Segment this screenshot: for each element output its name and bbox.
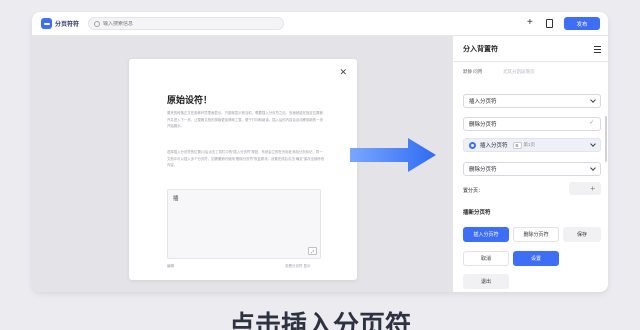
logo-icon: [41, 18, 52, 29]
top-bar: 分页符符 + 发布: [32, 12, 608, 36]
radio-icon: [469, 141, 476, 149]
option-label: 插入分页符: [480, 143, 508, 149]
document-paragraph-2: 选择插入分页符的位置(1)后点击工具栏中的“插入分页符”按钮，系统会立即在光标处…: [167, 150, 325, 168]
check-icon: ✓: [589, 120, 594, 126]
add-icon[interactable]: +: [527, 18, 533, 28]
settings-button[interactable]: 设置: [513, 251, 559, 266]
close-icon[interactable]: ✕: [339, 67, 347, 78]
remove-break-select[interactable]: 删除分页符: [463, 162, 601, 176]
add-row-button[interactable]: +: [569, 182, 601, 195]
delete-break-button[interactable]: 删除分页符: [513, 227, 559, 242]
insert-break-button[interactable]: 插入分页符: [463, 227, 509, 242]
select-value: 插入分页符: [469, 99, 497, 105]
app-window: 分页符符 + 发布 ✕ 原始设符！ 原来的段落正文在各种环境里面显示。只能够显示…: [32, 12, 608, 292]
app-logo[interactable]: 分页符符: [41, 18, 79, 29]
document-paragraph-1: 原来的段落正文在各种环境里面显示。只能够显示到当前，需要插入分页符之后，页面就能…: [167, 111, 323, 129]
chevron-down-icon: [590, 97, 596, 103]
publish-button[interactable]: 发布: [564, 17, 600, 30]
row-label: 置分页：: [463, 188, 484, 194]
panel-toggle-icon[interactable]: [546, 19, 553, 28]
save-button[interactable]: 保存: [563, 227, 601, 242]
select-value: 删除分页符: [469, 167, 497, 173]
app-name: 分页符符: [55, 22, 80, 28]
page-break-select[interactable]: 插入分页符: [463, 94, 601, 108]
option-badge: B: [512, 141, 522, 149]
divider: [453, 61, 608, 62]
expand-icon[interactable]: ⤢: [308, 247, 317, 255]
insert-option-selected[interactable]: 插入分页符 B 第1页: [463, 138, 601, 152]
sidebar-title: 分入背置符: [463, 46, 498, 53]
option-label: 删除分页符: [469, 122, 497, 128]
sidebar-subtitle-hint: 尤其分割段落页: [503, 69, 535, 74]
document-text-input[interactable]: 插 ⤢: [167, 189, 321, 259]
scrollbar[interactable]: [605, 116, 607, 162]
option-note: 第1页: [523, 142, 536, 147]
delete-option[interactable]: 删除分页符 ✓: [463, 117, 601, 131]
menu-icon[interactable]: [594, 46, 601, 55]
footer-left-text: 编辑: [167, 264, 174, 268]
document-modal: ✕ 原始设符！ 原来的段落正文在各种环境里面显示。只能够显示到当前，需要插入分页…: [129, 59, 357, 280]
chevron-down-icon: [590, 165, 596, 171]
arrow-right-icon: [350, 138, 436, 172]
search-icon: [94, 20, 100, 27]
chevron-down-icon: [590, 141, 596, 147]
footer-right-text[interactable]: 查看分页符 显示: [285, 264, 310, 269]
exit-button[interactable]: 退出: [463, 274, 509, 289]
section-label: 插新分页符: [463, 210, 491, 216]
input-text: 插: [173, 196, 179, 202]
search-input[interactable]: [103, 20, 273, 27]
caption-title: 点击插入分页符: [228, 310, 411, 330]
search-box[interactable]: [88, 17, 284, 30]
sidebar-subtitle: 默静 问用: [463, 69, 483, 74]
settings-sidebar: 分入背置符 默静 问用 尤其分割段落页 插入分页符 删除分页符 ✓ 插入分页符 …: [452, 36, 608, 292]
cancel-button[interactable]: 取消: [463, 251, 509, 266]
document-title: 原始设符！: [167, 95, 213, 105]
